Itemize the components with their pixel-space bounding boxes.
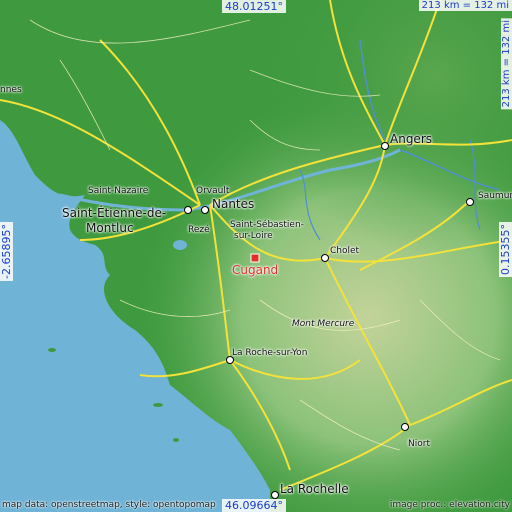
place-angers: Angers [390,132,432,146]
target-marker[interactable] [250,253,260,263]
scale-vertical: 213 km = 132 mi [501,18,512,110]
place-mont-mercure: Mont Mercure [292,319,355,329]
angers-dot [381,142,389,150]
place-nantes: Nantes [212,197,255,211]
place-rennes-partial: nnes [0,85,22,95]
place-saint-etienne-line1: Saint-Étienne-de- [62,206,167,220]
la-rochelle-dot [271,491,279,499]
place-saumur: Saumur [478,191,512,201]
saumur-dot [466,198,474,206]
coord-top: 48.01251° [222,0,286,13]
scale-horizontal: 213 km = 132 mi [418,0,512,11]
target-label: Cugand [232,263,279,277]
niort-dot [401,423,409,431]
place-reze: Rezé [188,225,210,235]
place-orvault: Orvault [196,186,230,196]
place-la-roche: La Roche-sur-Yon [232,348,308,358]
place-saint-sebastien-line1: Saint-Sébastien- [230,220,304,230]
cholet-dot [321,254,329,262]
nantes-dot [201,206,209,214]
coord-right: 0.15355° [499,222,512,277]
coord-bottom: 46.09664° [222,499,286,512]
place-cholet: Cholet [330,246,360,256]
map[interactable]: Angers Nantes Orvault Saint-Nazaire Sain… [0,0,512,512]
place-la-rochelle: La Rochelle [280,482,349,496]
coord-left: -2.65895° [0,222,13,281]
credit-left: map data: openstreetmap, style: opentopo… [2,500,216,510]
place-saint-sebastien-line2: sur-Loire [234,231,273,241]
place-niort: Niort [408,439,430,449]
reze-dot [184,206,192,214]
credit-right: image proc.: elevation.city [389,500,510,510]
place-saint-nazaire: Saint-Nazaire [88,186,149,196]
place-saint-etienne-line2: Montluc [86,221,134,235]
